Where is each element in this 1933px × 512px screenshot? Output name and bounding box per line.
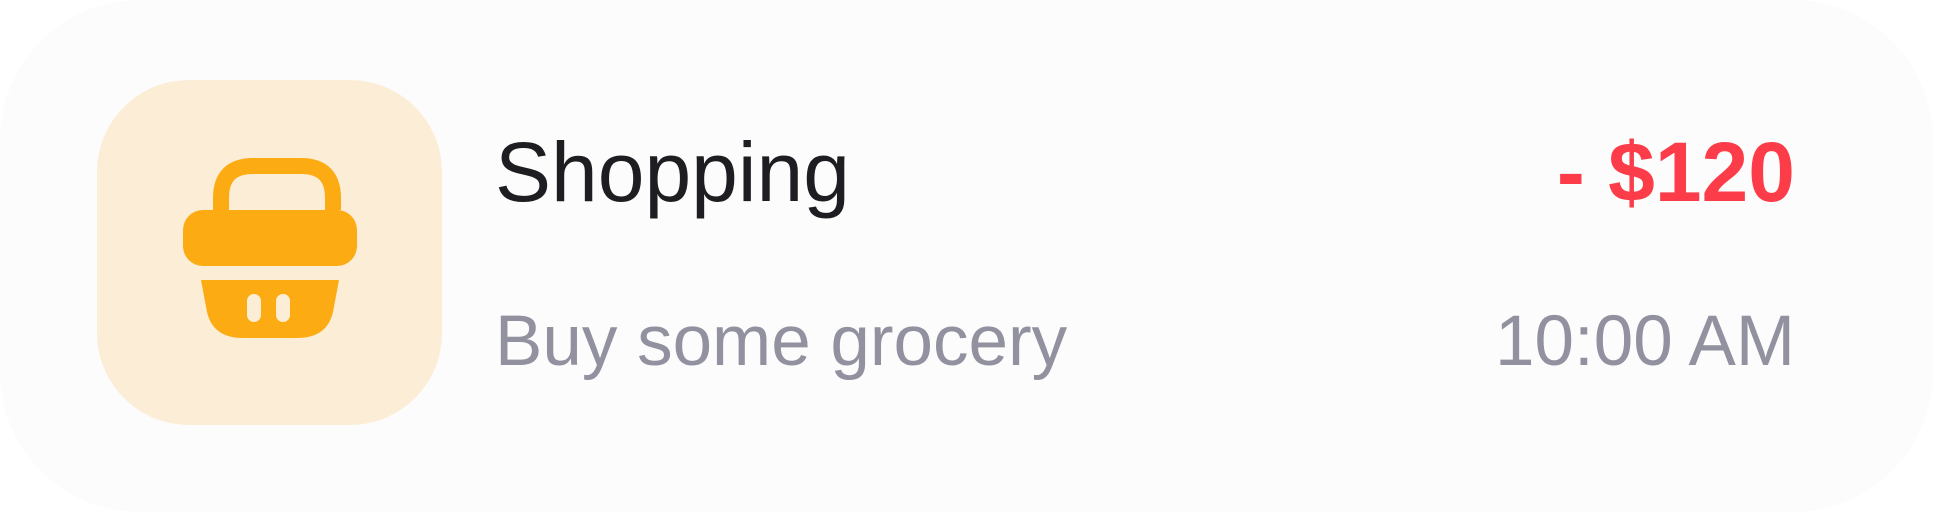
transaction-amount: - $120: [1556, 125, 1795, 219]
shopping-basket-icon: [183, 158, 357, 338]
transaction-category: Shopping: [495, 125, 850, 219]
category-icon-tile: [97, 80, 442, 425]
transaction-time: 10:00 AM: [1495, 302, 1795, 381]
transaction-description: Buy some grocery: [495, 302, 1068, 381]
transaction-card[interactable]: Shopping Buy some grocery - $120 10:00 A…: [0, 0, 1933, 512]
